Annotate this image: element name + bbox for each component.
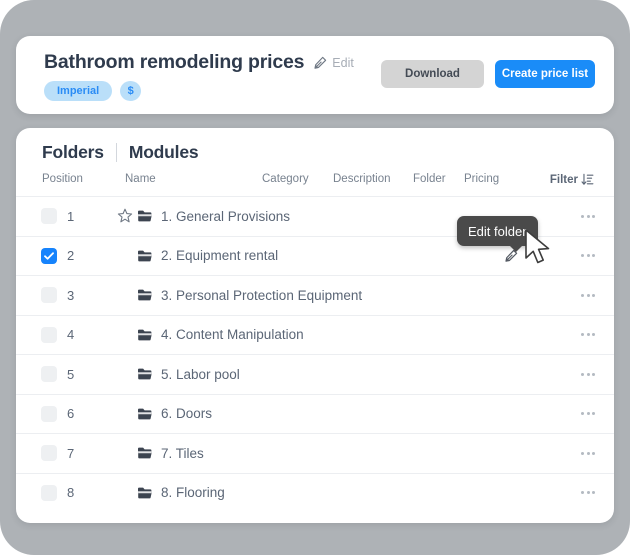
folder-icon xyxy=(137,287,153,303)
table-row[interactable]: 5 5. Labor pool xyxy=(16,354,614,394)
folders-list-card: Folders Modules Position Name Category D… xyxy=(16,128,614,523)
currency-badge[interactable]: $ xyxy=(120,81,142,101)
column-header-description[interactable]: Description xyxy=(333,173,391,185)
row-more-menu-icon[interactable] xyxy=(581,451,595,455)
row-position: 6 xyxy=(67,406,75,422)
folder-icon xyxy=(137,445,153,461)
folder-icon xyxy=(137,406,153,422)
row-position: 7 xyxy=(67,445,75,461)
row-name[interactable]: 6. Doors xyxy=(161,406,212,421)
badge-row: Imperial $ xyxy=(44,81,142,101)
price-list-header-card: Bathroom remodeling prices Edit Imperial… xyxy=(16,36,614,114)
filter-button[interactable]: Filter xyxy=(550,173,594,186)
row-more-menu-icon[interactable] xyxy=(581,412,595,416)
row-more-menu-icon[interactable] xyxy=(581,214,595,218)
tooltip-label: Edit folder xyxy=(468,223,527,239)
row-position: 5 xyxy=(67,366,75,382)
row-checkbox[interactable] xyxy=(41,208,57,225)
row-position: 8 xyxy=(67,485,75,501)
header-actions: Download Create price list xyxy=(381,60,595,88)
row-checkbox[interactable] xyxy=(41,445,57,462)
check-icon xyxy=(44,252,54,260)
tab-separator xyxy=(115,143,117,162)
row-more-menu-icon[interactable] xyxy=(581,254,595,258)
folder-icon xyxy=(137,485,153,501)
row-checkbox[interactable] xyxy=(41,405,57,422)
page-title: Bathroom remodeling prices xyxy=(44,51,305,73)
row-name[interactable]: 4. Content Manipulation xyxy=(161,327,304,342)
folder-icon xyxy=(137,208,153,224)
tab-bar: Folders Modules xyxy=(42,142,199,163)
column-header-position: Position xyxy=(42,173,83,185)
table-row[interactable]: 6 6. Doors xyxy=(16,393,614,434)
row-more-menu-icon[interactable] xyxy=(581,491,595,495)
column-header-name: Name xyxy=(125,173,156,185)
table-row[interactable]: 4 4. Content Manipulation xyxy=(16,314,614,355)
sort-descending-icon xyxy=(581,173,594,185)
row-position: 4 xyxy=(67,327,75,343)
row-name[interactable]: 3. Personal Protection Equipment xyxy=(161,288,362,303)
row-name[interactable]: 1. General Provisions xyxy=(161,209,290,224)
row-position: 2 xyxy=(67,248,75,264)
row-position: 3 xyxy=(67,287,75,303)
column-header-pricing[interactable]: Pricing xyxy=(464,173,499,185)
row-checkbox[interactable] xyxy=(41,484,57,501)
row-checkbox[interactable] xyxy=(41,326,57,343)
row-checkbox[interactable] xyxy=(41,287,57,304)
row-more-menu-icon[interactable] xyxy=(581,333,595,337)
row-name[interactable]: 5. Labor pool xyxy=(161,367,240,382)
row-checkbox[interactable] xyxy=(41,247,57,264)
folder-icon xyxy=(137,327,153,343)
create-price-list-button[interactable]: Create price list xyxy=(495,60,595,88)
pencil-icon xyxy=(314,56,327,69)
tab-modules[interactable]: Modules xyxy=(129,142,199,163)
edit-title-label: Edit xyxy=(332,55,354,70)
row-more-menu-icon[interactable] xyxy=(581,372,595,376)
tab-folders[interactable]: Folders xyxy=(42,142,104,163)
column-header-folder[interactable]: Folder xyxy=(413,173,446,185)
table-row[interactable]: 3 3. Personal Protection Equipment xyxy=(16,275,614,315)
edit-folder-tooltip: Edit folder xyxy=(457,216,538,252)
app-root: Bathroom remodeling prices Edit Imperial… xyxy=(0,0,630,555)
row-checkbox[interactable] xyxy=(41,366,57,383)
download-button[interactable]: Download xyxy=(381,60,484,88)
filter-label: Filter xyxy=(549,173,578,186)
table-row[interactable]: 8 8. Flooring xyxy=(16,472,614,513)
row-name[interactable]: 7. Tiles xyxy=(161,446,204,461)
folder-icon xyxy=(137,366,153,382)
folder-icon xyxy=(137,248,153,264)
table-row[interactable]: 7 7. Tiles xyxy=(16,433,614,473)
row-name[interactable]: 2. Equipment rental xyxy=(161,248,278,263)
column-header-category[interactable]: Category xyxy=(262,173,309,185)
row-more-menu-icon[interactable] xyxy=(581,293,595,297)
edit-title-button[interactable]: Edit xyxy=(313,56,354,70)
title-row: Bathroom remodeling prices Edit xyxy=(44,51,354,74)
units-badge[interactable]: Imperial xyxy=(44,81,113,101)
row-name[interactable]: 8. Flooring xyxy=(161,485,225,500)
star-icon[interactable] xyxy=(117,208,133,224)
row-position: 1 xyxy=(67,208,75,224)
